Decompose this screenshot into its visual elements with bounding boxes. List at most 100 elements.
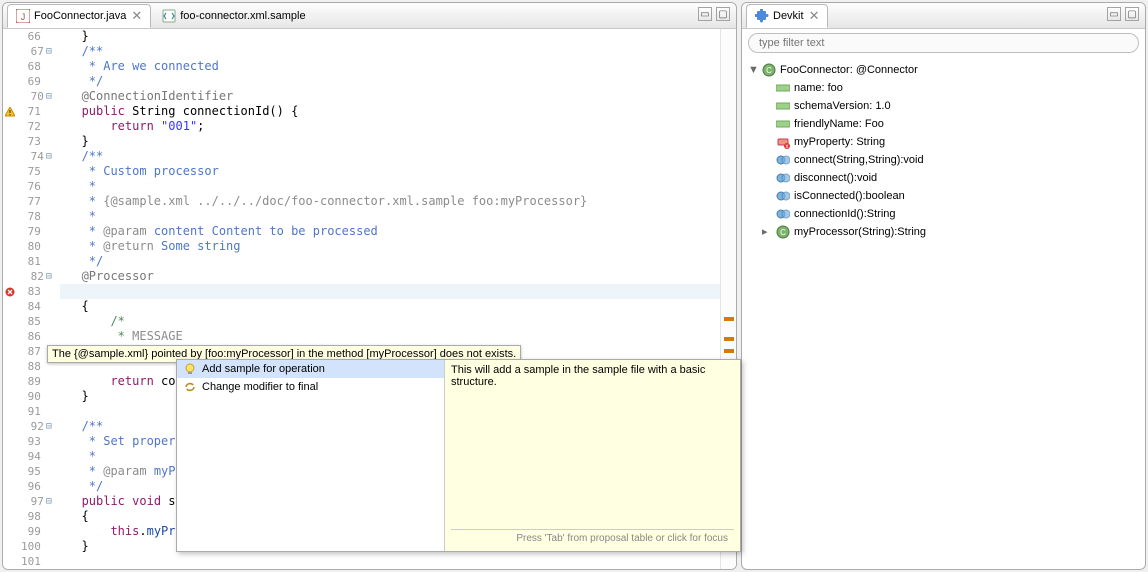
chevron-right-icon[interactable]: ▸ (762, 223, 772, 241)
code-line[interactable] (60, 554, 720, 569)
code-line[interactable]: return "001"; (60, 119, 720, 134)
line-number[interactable]: 89 (21, 374, 52, 389)
line-number[interactable]: 71 (21, 104, 52, 119)
tree-root[interactable]: ▼CFooConnector: @Connector (748, 61, 1139, 79)
editor-tab-0[interactable]: JFooConnector.java✕ (7, 4, 151, 28)
quickfix-item-0[interactable]: Add sample for operation (177, 360, 444, 378)
line-number[interactable]: 85 (21, 314, 52, 329)
tree-item-1[interactable]: schemaVersion: 1.0 (748, 97, 1139, 115)
tree-item-4[interactable]: connect(String,String):void (748, 151, 1139, 169)
code-line[interactable]: /** (60, 44, 720, 59)
code-line[interactable] (60, 284, 720, 299)
code-line[interactable]: */ (60, 74, 720, 89)
code-line[interactable]: */ (60, 254, 720, 269)
tree-item-8[interactable]: ▸CmyProcessor(String):String (748, 223, 1139, 241)
attr-icon (776, 99, 790, 113)
line-number[interactable]: 77 (21, 194, 52, 209)
line-number[interactable]: 95 (21, 464, 52, 479)
field-err-icon: x (776, 135, 790, 149)
line-number[interactable]: 73 (21, 134, 52, 149)
line-number[interactable]: 90 (21, 389, 52, 404)
line-number[interactable]: 83 (21, 284, 52, 299)
fold-toggle[interactable]: ⊟ (46, 269, 52, 284)
line-number[interactable]: 82⊟ (21, 269, 52, 284)
line-number[interactable]: 99 (21, 524, 52, 539)
line-number[interactable]: 68 (21, 59, 52, 74)
code-line[interactable]: * (60, 179, 720, 194)
code-line[interactable]: } (60, 134, 720, 149)
quickfix-item-1[interactable]: Change modifier to final (177, 378, 444, 396)
minimize-button[interactable]: ▭ (1107, 7, 1121, 21)
tab-label: foo-connector.xml.sample (180, 10, 305, 22)
close-icon[interactable]: ✕ (130, 8, 142, 24)
overview-marker[interactable] (724, 317, 734, 321)
fold-toggle[interactable]: ⊟ (46, 44, 52, 59)
code-line[interactable]: public String connectionId() { (60, 104, 720, 119)
line-number[interactable]: 67⊟ (21, 44, 52, 59)
code-line[interactable]: /** (60, 149, 720, 164)
line-number[interactable]: 92⊟ (21, 419, 52, 434)
line-number[interactable]: 74⊟ (21, 149, 52, 164)
quickfix-description: This will add a sample in the sample fil… (445, 360, 740, 551)
line-number[interactable]: 94 (21, 449, 52, 464)
code-line[interactable]: /* (60, 314, 720, 329)
tree-item-3[interactable]: xmyProperty: String (748, 133, 1139, 151)
line-number[interactable]: 78 (21, 209, 52, 224)
maximize-button[interactable]: ▢ (1125, 7, 1139, 21)
quickfix-item-label: Change modifier to final (202, 381, 318, 393)
code-line[interactable]: * Are we connected (60, 59, 720, 74)
line-number[interactable]: 97⊟ (21, 494, 52, 509)
overview-marker[interactable] (724, 349, 734, 353)
close-icon[interactable]: ✕ (808, 8, 820, 24)
line-number[interactable]: 69 (21, 74, 52, 89)
line-number[interactable]: 100 (21, 539, 52, 554)
code-line[interactable]: @ConnectionIdentifier (60, 89, 720, 104)
line-number[interactable]: 96 (21, 479, 52, 494)
outline-tree[interactable]: ▼CFooConnector: @Connectorname: fooschem… (742, 57, 1145, 245)
line-number[interactable]: 76 (21, 179, 52, 194)
line-number[interactable]: 86 (21, 329, 52, 344)
minimize-button[interactable]: ▭ (698, 7, 712, 21)
line-number[interactable]: 70⊟ (21, 89, 52, 104)
code-line[interactable]: * Custom processor (60, 164, 720, 179)
fold-toggle[interactable]: ⊟ (46, 89, 52, 104)
code-line[interactable]: * (60, 209, 720, 224)
line-number[interactable]: 80 (21, 239, 52, 254)
line-number[interactable]: 98 (21, 509, 52, 524)
tree-item-label: connectionId():String (794, 205, 896, 223)
tree-item-6[interactable]: isConnected():boolean (748, 187, 1139, 205)
code-line[interactable]: { (60, 299, 720, 314)
fold-toggle[interactable]: ⊟ (46, 494, 52, 509)
tree-item-label: name: foo (794, 79, 843, 97)
code-line[interactable]: * @return Some string (60, 239, 720, 254)
line-number[interactable]: 75 (21, 164, 52, 179)
tree-item-7[interactable]: connectionId():String (748, 205, 1139, 223)
line-number[interactable]: 91 (21, 404, 52, 419)
tree-item-5[interactable]: disconnect():void (748, 169, 1139, 187)
line-number[interactable]: 79 (21, 224, 52, 239)
devkit-tab[interactable]: Devkit ✕ (746, 4, 828, 28)
editor-tab-1[interactable]: foo-connector.xml.sample (153, 4, 314, 28)
tree-item-2[interactable]: friendlyName: Foo (748, 115, 1139, 133)
line-number[interactable]: 84 (21, 299, 52, 314)
filter-input[interactable] (748, 33, 1139, 53)
line-number[interactable]: 72 (21, 119, 52, 134)
code-line[interactable]: } (60, 29, 720, 44)
code-line[interactable]: @Processor (60, 269, 720, 284)
chevron-down-icon[interactable]: ▼ (748, 61, 758, 79)
quickfix-list[interactable]: Add sample for operation Change modifier … (177, 360, 445, 551)
line-number[interactable]: 101 (21, 554, 52, 569)
line-number[interactable]: 93 (21, 434, 52, 449)
overview-marker[interactable] (724, 337, 734, 341)
line-number[interactable]: 66 (21, 29, 52, 44)
code-line[interactable]: * {@sample.xml ../../../doc/foo-connecto… (60, 194, 720, 209)
fold-toggle[interactable]: ⊟ (46, 149, 52, 164)
tree-item-0[interactable]: name: foo (748, 79, 1139, 97)
quickfix-popup: Add sample for operation Change modifier … (176, 359, 741, 552)
code-line[interactable]: * MESSAGE (60, 329, 720, 344)
maximize-button[interactable]: ▢ (716, 7, 730, 21)
code-line[interactable]: * @param content Content to be processed (60, 224, 720, 239)
line-number[interactable]: 81 (21, 254, 52, 269)
method-icon (776, 207, 790, 221)
fold-toggle[interactable]: ⊟ (46, 419, 52, 434)
